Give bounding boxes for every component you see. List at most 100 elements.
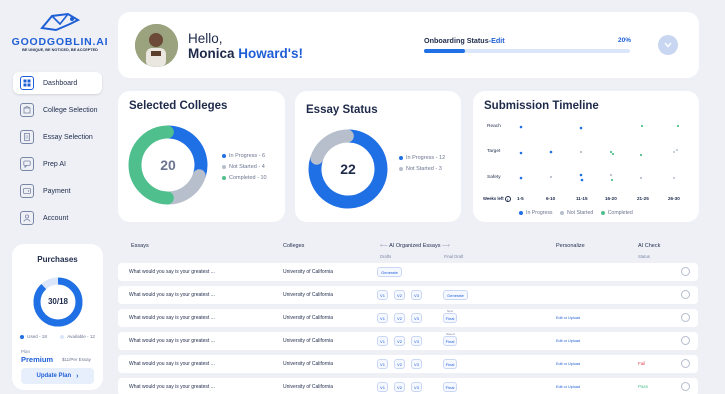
draft-v2-button[interactable]: V2 (394, 290, 405, 300)
draft-v2-button[interactable]: V2 (394, 336, 405, 346)
generate-final-button[interactable]: Generate (443, 290, 468, 300)
in-progress-dot (222, 153, 226, 158)
chat-icon (20, 157, 34, 171)
draft-v3-button[interactable]: V3 (411, 336, 422, 346)
purchases-legend: Used - 18 Available - 12 (20, 331, 100, 342)
draft-v1-button[interactable]: V1 (377, 382, 388, 392)
sidebar-item-label: College Selection (43, 106, 98, 114)
draft-v3-button[interactable]: V3 (411, 382, 422, 392)
ai-check-status-icon (681, 290, 690, 299)
timeline-dot (549, 150, 553, 154)
edit-or-upload-link[interactable]: Edit or Upload (556, 362, 580, 366)
sidebar-item-essay-selection[interactable]: Essay Selection (13, 126, 102, 148)
header-card: Hello, Monica Howard's! Onboarding Statu… (118, 12, 699, 78)
in-progress-dot (519, 210, 523, 215)
table-row[interactable]: What would you say is your greatest ... … (118, 263, 698, 281)
final-draft-button[interactable]: Final (443, 382, 457, 392)
selected-colleges-card: Selected Colleges 20 In Progress - 6 Not… (118, 91, 285, 222)
onboarding-progress-fill (424, 49, 466, 53)
sidebar-item-dashboard[interactable]: Dashboard (13, 72, 102, 94)
completed-dot (222, 175, 226, 180)
goblin-logo-icon (40, 12, 81, 32)
draft-v3-button[interactable]: V3 (411, 359, 422, 369)
ai-check-status-icon (681, 359, 690, 368)
sidebar-item-account[interactable]: Account (13, 207, 102, 229)
college-name: University of California (283, 360, 334, 367)
purchases-title: Purchases (37, 255, 78, 264)
plan-name: Premium (21, 355, 54, 364)
ai-check-status-icon (681, 267, 690, 276)
draft-v2-button[interactable]: V2 (394, 359, 405, 369)
timeline-dot (639, 176, 643, 180)
essay-status-total: 22 (340, 161, 356, 177)
legend-item: In Progress - 6 (222, 151, 267, 162)
submission-timeline-title: Submission Timeline (484, 100, 599, 112)
draft-v2-button[interactable]: V2 (394, 313, 405, 323)
purchases-value: 30/18 (47, 297, 69, 306)
timeline-dot (580, 178, 584, 182)
column-header-organized: ⟵ AI Organized Essays ⟶ (380, 243, 450, 249)
legend-item: Not Started - 3 (399, 164, 445, 175)
final-draft-button[interactable]: Final (443, 313, 457, 323)
expand-button[interactable] (658, 35, 678, 55)
table-row[interactable]: What would you say is your greatest ... … (118, 378, 698, 394)
edit-or-upload-link[interactable]: Edit or Upload (556, 316, 580, 320)
update-plan-label: Update Plan (36, 373, 72, 379)
brand-name: GOODGOBLIN.AI (11, 36, 109, 48)
draft-v1-button[interactable]: V1 (377, 336, 388, 346)
ai-check-pass: Pass (638, 384, 649, 389)
table-row[interactable]: What would you say is your greatest ... … (118, 355, 698, 373)
column-label: 16-20 (605, 196, 617, 201)
draft-v1-button[interactable]: V1 (377, 359, 388, 369)
onboarding-percent: 20% (618, 37, 632, 44)
sidebar-item-college-selection[interactable]: College Selection (13, 99, 102, 121)
essay-question: What would you say is your greatest ... (129, 383, 215, 390)
update-plan-button[interactable]: Update Plan › (21, 368, 94, 384)
weeks-left-text: Weeks left (483, 196, 504, 202)
onboarding-progress-track (424, 49, 630, 53)
college-name: University of California (283, 383, 334, 390)
column-label: 1-5 (517, 196, 524, 201)
legend-label: Not Started - 4 (229, 164, 265, 170)
final-draft-button[interactable]: Final (443, 359, 457, 369)
brand-logo[interactable]: GOODGOBLIN.AI BE UNIQUE, BE NOTICED, BE … (10, 10, 110, 52)
plan-price: $11/Per Essay (62, 357, 91, 362)
college-name: University of California (283, 314, 334, 321)
sidebar-item-payment[interactable]: Payment (13, 180, 102, 202)
arrow-left-icon: ⟵ (380, 243, 390, 249)
info-icon[interactable]: i (504, 196, 511, 202)
legend-label: In Progress - 6 (229, 153, 266, 159)
sidebar-item-prep-ai[interactable]: Prep AI (13, 153, 102, 175)
draft-v1-button[interactable]: V1 (377, 313, 388, 323)
sidebar-item-label: Payment (43, 187, 71, 195)
ai-check-status-icon (681, 336, 690, 345)
draft-v2-button[interactable]: V2 (394, 382, 405, 392)
onboarding-edit-link[interactable]: -Edit (489, 36, 505, 45)
column-header-ai-check: AI Check (638, 243, 661, 249)
college-name: University of California (283, 337, 334, 344)
onboarding-status: Onboarding Status-Edit (424, 36, 505, 45)
essay-question: What would you say is your greatest ... (129, 291, 215, 298)
row-label-target: Target (487, 149, 501, 154)
draft-v3-button[interactable]: V3 (411, 313, 422, 323)
table-row[interactable]: What would you say is your greatest ... … (118, 309, 698, 327)
table-row[interactable]: What would you say is your greatest ... … (118, 286, 698, 304)
edit-or-upload-link[interactable]: Edit or Upload (556, 385, 580, 389)
draft-v3-button[interactable]: V3 (411, 290, 422, 300)
subheader-final-draft: Final Draft (444, 254, 464, 259)
column-label: 26-30 (668, 196, 680, 201)
chevron-down-icon (664, 42, 672, 48)
table-row[interactable]: What would you say is your greatest ... … (118, 332, 698, 350)
avatar (135, 24, 178, 67)
final-draft-button[interactable]: Final (443, 336, 457, 346)
essay-status-title: Essay Status (306, 104, 378, 116)
edit-or-upload-link[interactable]: Edit or Upload (556, 339, 580, 343)
timeline-dot (673, 151, 675, 153)
timeline-dot (549, 175, 553, 179)
used-dot (20, 334, 24, 339)
column-label: 6-10 (546, 196, 556, 201)
draft-v1-button[interactable]: V1 (377, 290, 388, 300)
generate-drafts-button[interactable]: Generate (377, 267, 402, 277)
in-progress-dot (399, 155, 403, 160)
sidebar-nav: Dashboard College Selection Essay Select… (13, 72, 102, 232)
